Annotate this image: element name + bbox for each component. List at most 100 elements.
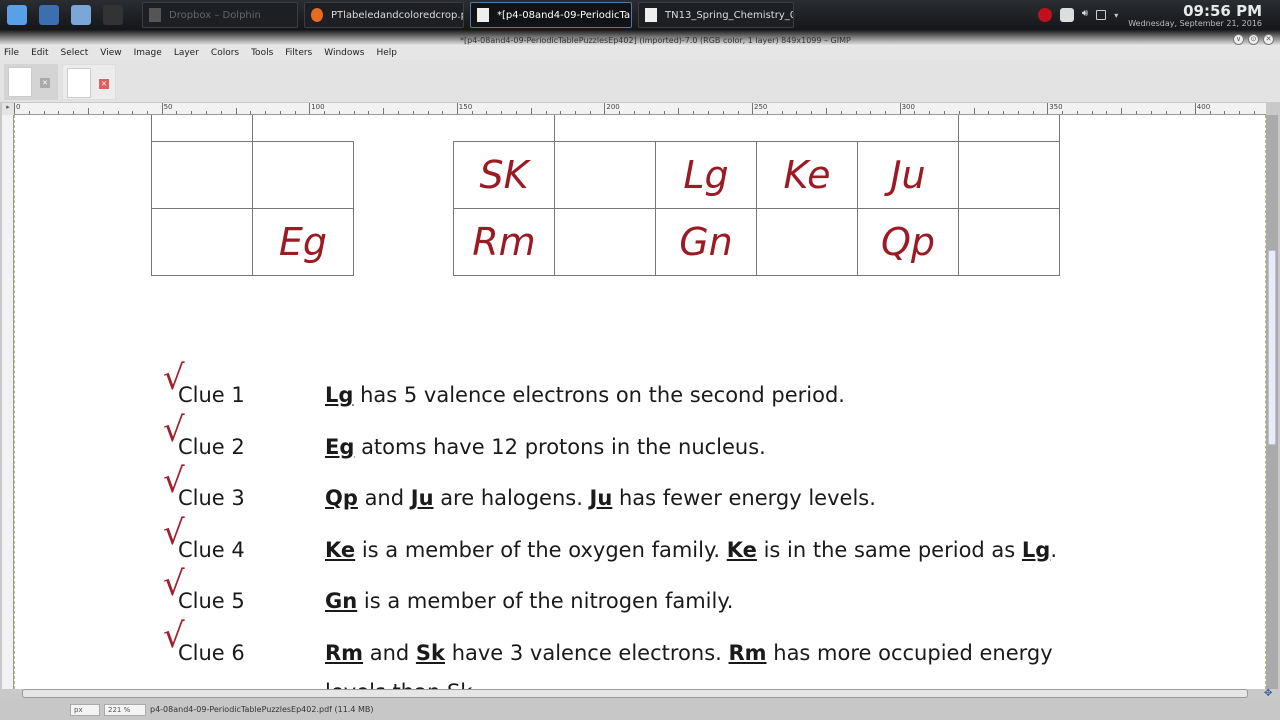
ruler-minor-tick — [398, 111, 399, 114]
app-menu-icon — [7, 5, 27, 25]
unit-select[interactable]: px — [70, 703, 100, 716]
menu-edit[interactable]: Edit — [31, 48, 48, 58]
ruler-major-tick — [604, 103, 606, 114]
tray-expand-icon[interactable]: ▾ — [1114, 11, 1118, 20]
ruler-minor-tick — [973, 108, 975, 114]
terminal-launcher[interactable] — [98, 1, 128, 29]
periodic-table-right-block: SK Lg Ke Ju Rm Gn Qp — [453, 115, 1060, 276]
ruler-minor-tick — [708, 111, 709, 114]
menu-tools[interactable]: Tools — [251, 48, 273, 58]
menu-view[interactable]: View — [100, 48, 121, 58]
menu-file[interactable]: File — [4, 48, 19, 58]
menu-colors[interactable]: Colors — [211, 48, 239, 58]
navigate-icon[interactable]: ✥ — [1264, 688, 1272, 699]
clue-label: Clue 6 — [178, 640, 245, 665]
horizontal-ruler[interactable]: 0501001502002503003504004505005506006507… — [14, 103, 1266, 115]
ruler-minor-tick — [486, 111, 488, 114]
task-button[interactable]: *[p4-08and4-09-PeriodicTablePuzz — [470, 2, 632, 28]
shield-icon[interactable] — [1059, 8, 1074, 22]
ruler-minor-tick — [575, 111, 577, 114]
ruler-minor-tick — [412, 111, 414, 114]
network-icon[interactable] — [1096, 10, 1107, 20]
clue-fragment: is a member of the oxygen family. — [355, 537, 727, 562]
ruler-minor-tick — [147, 111, 149, 114]
clue-fragment: has fewer energy levels. — [612, 486, 876, 510]
ruler-minor-tick — [117, 111, 119, 114]
menu-select[interactable]: Select — [61, 48, 89, 58]
ruler-minor-tick — [58, 111, 60, 114]
ruler-label: 100 — [311, 103, 325, 111]
task-button[interactable]: PTlabeledandcoloredcrop.png (PNG — [304, 2, 464, 28]
clue-text: Rm and Sk have 3 valence electrons. Rm h… — [325, 641, 1053, 665]
image-tabs: ✕ ✕ — [0, 60, 1280, 102]
element-symbol: Ju — [589, 486, 613, 510]
record-icon[interactable] — [1037, 8, 1052, 22]
clue-row: √ Clue 1 Lg has 5 valence electrons on the… — [163, 361, 845, 407]
ruler-major-tick — [456, 103, 458, 114]
image-tab-1[interactable]: ✕ — [4, 64, 58, 100]
ruler-major-tick — [161, 103, 163, 114]
ruler-minor-tick — [88, 108, 89, 114]
ruler-minor-tick — [176, 111, 178, 114]
element-cell: Qp — [857, 207, 959, 276]
clue-text: Eg atoms have 12 protons in the nucleus. — [325, 435, 766, 459]
horizontal-scrollbar[interactable] — [22, 689, 1248, 698]
zoom-select[interactable]: 221 % — [104, 703, 146, 716]
ruler-minor-tick — [73, 111, 75, 114]
clue-fragment: are halogens. — [433, 486, 590, 510]
status-file-info: p4-08and4-09-PeriodicTablePuzzlesEp402.p… — [150, 705, 374, 714]
ruler-minor-tick — [250, 111, 252, 114]
task-button[interactable]: Dropbox – Dolphin — [142, 2, 298, 28]
launcher-group — [0, 1, 128, 29]
vertical-ruler[interactable] — [2, 115, 14, 689]
ruler-label: 200 — [606, 103, 620, 111]
image-tab-2[interactable]: ✕ — [62, 64, 116, 100]
task-label: PTlabeledandcoloredcrop.png (PNG — [331, 9, 463, 21]
ruler-minor-tick — [1018, 111, 1019, 114]
ruler-minor-tick — [294, 111, 296, 114]
minimize-button[interactable]: ∨ — [1233, 34, 1244, 45]
vertical-scroll-thumb[interactable] — [1268, 250, 1276, 445]
element-symbol: Ju — [410, 486, 434, 510]
element-symbol: Ke — [726, 537, 757, 562]
menu-windows[interactable]: Windows — [324, 48, 364, 58]
ruler-minor-tick — [280, 111, 281, 114]
clue-label: Clue 5 — [178, 589, 245, 613]
element-symbol: Gn — [325, 589, 358, 613]
task-label: TN13_Spring_Chemistry_01.indd - C — [665, 9, 793, 21]
element-cell — [756, 115, 858, 142]
close-tab-icon[interactable]: ✕ — [99, 79, 109, 89]
ruler-minor-tick — [988, 111, 990, 114]
ruler-minor-tick — [811, 111, 813, 114]
quick-mask-toggle[interactable]: ▸ — [2, 103, 14, 115]
image-canvas[interactable]: Eg SK Lg Ke Ju Rm Gn Qp √ Clue 1 Lg has 5 valenc… — [14, 115, 1266, 689]
clue-fragment: . — [1050, 537, 1058, 562]
ruler-minor-tick — [1076, 111, 1078, 114]
menu-help[interactable]: Help — [376, 48, 397, 58]
clue-fragment: has more occupied energy — [766, 640, 1053, 665]
close-button[interactable]: ✕ — [1263, 34, 1274, 45]
element-cell: Ju — [857, 140, 959, 209]
ruler-minor-tick — [28, 111, 30, 114]
close-tab-icon[interactable]: ✕ — [40, 78, 50, 88]
table-row: Rm Gn Qp — [453, 207, 1060, 276]
menu-image[interactable]: Image — [134, 48, 162, 58]
menu-layer[interactable]: Layer — [174, 48, 199, 58]
ruler-minor-tick — [1254, 111, 1255, 114]
desktop-launcher[interactable] — [34, 1, 64, 29]
volume-icon[interactable]: 🔊︎ — [1082, 8, 1088, 22]
ruler-minor-tick — [471, 111, 473, 114]
ruler-minor-tick — [530, 108, 532, 114]
ruler-major-tick — [1047, 103, 1049, 114]
clock[interactable]: 09:56 PM Wednesday, September 21, 2016 — [1128, 3, 1262, 28]
ruler-minor-tick — [206, 111, 207, 114]
app-menu-launcher[interactable] — [2, 1, 32, 29]
clue-fragment: is in the same period as — [756, 537, 1022, 562]
ruler-minor-tick — [338, 111, 340, 114]
menu-filters[interactable]: Filters — [285, 48, 312, 58]
element-symbol: Qp — [325, 486, 358, 510]
clue-text-continuation: levels than Sk. — [325, 680, 479, 689]
maximize-button[interactable]: ⊙ — [1248, 34, 1259, 45]
task-button[interactable]: TN13_Spring_Chemistry_01.indd - C — [638, 2, 794, 28]
file-manager-launcher[interactable] — [66, 1, 96, 29]
